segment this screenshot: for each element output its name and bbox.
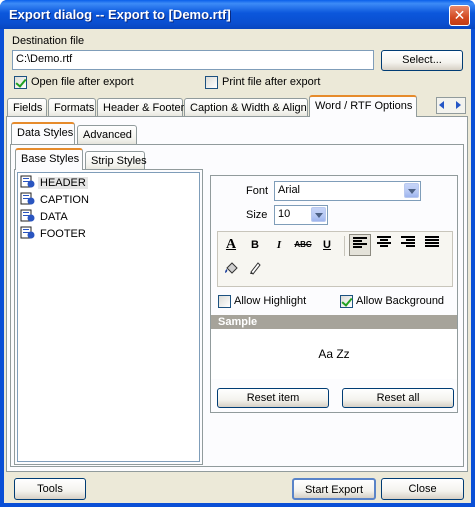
font-color-button[interactable]: A bbox=[220, 234, 242, 256]
tab-label: Word / RTF Options bbox=[315, 100, 413, 112]
font-value: Arial bbox=[278, 184, 301, 196]
tab-scroll-buttons bbox=[436, 97, 466, 114]
toolbar-separator bbox=[344, 236, 345, 256]
style-item-footer[interactable]: FOOTER bbox=[20, 226, 88, 242]
style-label: DATA bbox=[40, 211, 68, 223]
strikeout-icon: ABC bbox=[294, 240, 312, 249]
sample-header: Sample bbox=[211, 315, 457, 329]
style-label: HEADER bbox=[38, 177, 88, 189]
tab-formats[interactable]: Formats bbox=[48, 98, 96, 117]
italic-icon: I bbox=[276, 239, 282, 251]
allow-background-checkbox[interactable] bbox=[340, 295, 353, 308]
open-after-export-label[interactable]: Open file after export bbox=[31, 76, 134, 88]
align-justify-button[interactable] bbox=[421, 234, 443, 256]
align-right-button[interactable] bbox=[397, 234, 419, 256]
fill-color-button[interactable] bbox=[220, 261, 242, 283]
dialog-window: Export dialog -- Export to [Demo.rtf] ✕ … bbox=[0, 0, 475, 507]
tab-label: Base Styles bbox=[21, 153, 80, 165]
style-label: FOOTER bbox=[40, 228, 86, 240]
strikeout-button[interactable]: ABC bbox=[292, 234, 314, 256]
font-color-icon: A bbox=[225, 237, 237, 252]
tab-word-rtf-options[interactable]: Word / RTF Options bbox=[309, 95, 417, 117]
style-icon bbox=[20, 192, 35, 205]
style-icon bbox=[20, 226, 35, 239]
start-export-button[interactable]: Start Export bbox=[292, 478, 376, 500]
tab-label: Formats bbox=[54, 102, 95, 114]
print-after-export-checkbox[interactable] bbox=[205, 76, 218, 89]
dialog-body: Destination file C:\Demo.rtf Select... O… bbox=[4, 29, 471, 503]
select-file-button[interactable]: Select... bbox=[381, 50, 463, 71]
styles-list: HEADER CAPTION DATA FOOTER bbox=[17, 172, 200, 462]
style-icon bbox=[20, 209, 35, 222]
close-window-button[interactable]: ✕ bbox=[449, 5, 470, 26]
print-after-export-label[interactable]: Print file after export bbox=[222, 76, 320, 88]
style-item-caption[interactable]: CAPTION bbox=[20, 192, 91, 208]
tab-strip-styles[interactable]: Strip Styles bbox=[85, 151, 147, 170]
style-label: CAPTION bbox=[40, 194, 89, 206]
tab-label: Strip Styles bbox=[91, 155, 147, 167]
underline-icon: U bbox=[323, 239, 331, 251]
tab-label: Caption & Width & Align bbox=[190, 102, 307, 114]
tab-label: Fields bbox=[13, 102, 43, 114]
title-bar[interactable]: Export dialog -- Export to [Demo.rtf] ✕ bbox=[0, 0, 475, 29]
highlight-color-button[interactable] bbox=[244, 261, 266, 283]
tab-base-styles[interactable]: Base Styles bbox=[15, 148, 83, 170]
font-label: Font bbox=[246, 185, 269, 197]
underline-button[interactable]: U bbox=[316, 234, 338, 256]
allow-highlight-label[interactable]: Allow Highlight bbox=[234, 295, 306, 307]
size-value: 10 bbox=[278, 208, 291, 220]
tools-button[interactable]: Tools bbox=[14, 478, 86, 500]
destination-label: Destination file bbox=[12, 35, 85, 47]
align-left-button[interactable] bbox=[349, 234, 371, 256]
data-styles-panel: Base Styles Strip Styles HEADER CAPTION … bbox=[10, 144, 464, 467]
bold-icon: B bbox=[251, 239, 259, 251]
base-styles-panel: HEADER CAPTION DATA FOOTER bbox=[14, 169, 203, 465]
tab-caption-width-align[interactable]: Caption & Width & Align bbox=[184, 98, 308, 117]
size-label: Size bbox=[246, 209, 268, 221]
size-select[interactable]: 10 bbox=[274, 205, 328, 225]
allow-highlight-checkbox[interactable] bbox=[218, 295, 231, 308]
align-center-button[interactable] bbox=[373, 234, 395, 256]
style-item-header[interactable]: HEADER bbox=[20, 175, 88, 191]
scroll-left-icon[interactable] bbox=[439, 101, 444, 109]
tab-data-styles[interactable]: Data Styles bbox=[11, 122, 75, 144]
align-right-icon bbox=[401, 236, 415, 247]
scroll-right-icon[interactable] bbox=[456, 101, 461, 109]
tab-fields[interactable]: Fields bbox=[7, 98, 47, 117]
window-title: Export dialog -- Export to [Demo.rtf] bbox=[9, 7, 231, 22]
destination-input[interactable]: C:\Demo.rtf bbox=[12, 50, 374, 70]
reset-all-button[interactable]: Reset all bbox=[342, 388, 454, 408]
style-item-data[interactable]: DATA bbox=[20, 209, 70, 225]
chevron-down-icon[interactable] bbox=[311, 207, 326, 222]
format-toolbar: A B I ABC U bbox=[217, 231, 453, 287]
tab-label: Data Styles bbox=[17, 127, 74, 139]
tab-label: Header & Footer bbox=[103, 102, 185, 114]
tab-advanced[interactable]: Advanced bbox=[77, 125, 137, 144]
align-left-icon bbox=[353, 237, 367, 248]
sample-preview: Aa Zz bbox=[211, 329, 457, 379]
open-after-export-checkbox[interactable] bbox=[14, 76, 27, 89]
align-justify-icon bbox=[425, 236, 439, 247]
paint-bucket-icon bbox=[225, 262, 238, 274]
bold-button[interactable]: B bbox=[244, 234, 266, 256]
reset-item-button[interactable]: Reset item bbox=[217, 388, 329, 408]
italic-button[interactable]: I bbox=[268, 234, 290, 256]
style-editor-panel: Font Arial Size 10 A B I ABC U Allow Hig… bbox=[210, 175, 458, 413]
chevron-down-icon[interactable] bbox=[404, 183, 419, 198]
allow-background-label[interactable]: Allow Background bbox=[356, 295, 444, 307]
align-center-icon bbox=[377, 236, 391, 247]
tab-header-footer[interactable]: Header & Footer bbox=[97, 98, 185, 117]
close-button[interactable]: Close bbox=[381, 478, 464, 500]
tab-label: Advanced bbox=[83, 129, 132, 141]
font-select[interactable]: Arial bbox=[274, 181, 421, 201]
word-rtf-options-panel: Data Styles Advanced Base Styles Strip S… bbox=[6, 116, 468, 472]
style-icon bbox=[20, 175, 35, 188]
highlighter-icon bbox=[250, 262, 261, 275]
